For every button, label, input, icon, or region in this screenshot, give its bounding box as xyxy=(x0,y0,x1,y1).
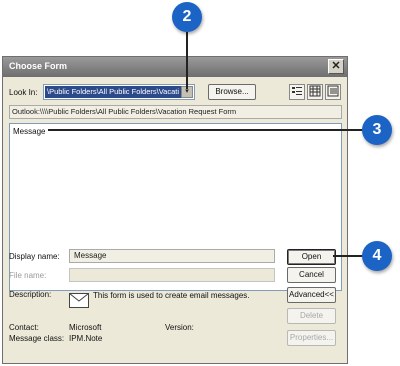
message-class-label: Message class: xyxy=(9,334,65,343)
title-bar: Choose Form ✕ xyxy=(3,57,347,77)
forms-list[interactable]: Message xyxy=(9,123,342,291)
version-label: Version: xyxy=(165,323,194,332)
display-name-label: Display name: xyxy=(9,252,60,261)
browse-button-label: Browse... xyxy=(215,87,249,96)
callout-3-leader xyxy=(48,129,363,131)
description-text: This form is used to create email messag… xyxy=(93,291,250,300)
file-name-field xyxy=(69,268,275,282)
list-item[interactable]: Message xyxy=(13,127,45,136)
callout-2: 2 xyxy=(172,2,202,32)
open-button[interactable]: Open xyxy=(287,249,336,265)
look-in-label: Look In: xyxy=(9,88,38,97)
choose-form-dialog: Choose Form ✕ Look In: \Public Folders\A… xyxy=(2,56,348,364)
callout-4-leader xyxy=(333,255,363,257)
look-in-value: \Public Folders\All Public Folders\Vacat… xyxy=(45,86,181,98)
dialog-title: Choose Form xyxy=(9,61,68,71)
message-class-value: IPM.Note xyxy=(69,334,103,343)
browse-button[interactable]: Browse... xyxy=(208,84,256,100)
details-view-icon[interactable] xyxy=(325,84,341,100)
callout-3: 3 xyxy=(362,115,392,145)
callout-2-leader xyxy=(186,32,188,89)
contact-label: Contact: xyxy=(9,323,39,332)
callout-4: 4 xyxy=(362,241,392,271)
look-in-dropdown[interactable]: \Public Folders\All Public Folders\Vacat… xyxy=(43,84,195,100)
advanced-button[interactable]: Advanced<< xyxy=(287,287,336,303)
envelope-icon xyxy=(69,293,89,308)
display-name-field[interactable]: Message xyxy=(69,249,275,263)
delete-button[interactable]: Delete xyxy=(287,308,336,324)
folder-path-bar: Outlook:\\\\Public Folders\All Public Fo… xyxy=(9,105,342,119)
large-icons-view-icon[interactable] xyxy=(289,84,305,100)
cancel-button[interactable]: Cancel xyxy=(287,267,336,283)
file-name-label: File name: xyxy=(9,271,47,280)
close-button[interactable]: ✕ xyxy=(328,59,344,74)
contact-value: Microsoft xyxy=(69,323,102,332)
small-icons-view-icon[interactable] xyxy=(307,84,323,100)
properties-button[interactable]: Properties... xyxy=(287,330,336,346)
description-label: Description: xyxy=(9,290,52,299)
